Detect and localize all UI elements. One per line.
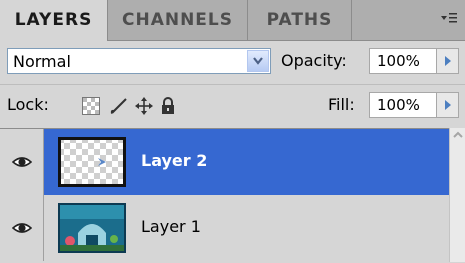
lock-label: Lock: bbox=[7, 95, 49, 114]
fill-input[interactable]: 100% bbox=[369, 92, 437, 118]
layer-name[interactable]: Layer 1 bbox=[141, 217, 201, 236]
lock-all-icon[interactable] bbox=[160, 97, 178, 115]
lock-transparent-pixels-icon[interactable] bbox=[82, 97, 100, 115]
fill-label: Fill: bbox=[328, 95, 355, 114]
tab-paths[interactable]: PATHS bbox=[248, 0, 352, 40]
layer-list: Layer 2 Layer 1 bbox=[0, 128, 449, 263]
visibility-toggle[interactable] bbox=[0, 129, 44, 195]
eye-icon bbox=[12, 223, 32, 233]
layers-panel: LAYERS CHANNELS PATHS Normal Opacity: 10… bbox=[0, 0, 465, 263]
blend-row: Normal Opacity: 100% bbox=[0, 41, 465, 83]
layer-row-layer-2[interactable]: Layer 2 bbox=[0, 129, 449, 195]
opacity-input[interactable]: 100% bbox=[369, 48, 437, 74]
blend-mode-value: Normal bbox=[13, 52, 71, 71]
layer-row-layer-1[interactable]: Layer 1 bbox=[0, 195, 449, 261]
blend-mode-select[interactable]: Normal bbox=[7, 48, 271, 74]
eye-icon bbox=[12, 157, 32, 167]
layer-thumbnail bbox=[58, 203, 126, 253]
fill-slider-arrow-icon[interactable] bbox=[437, 92, 459, 118]
lock-row: Lock: Fill: 100% bbox=[0, 84, 465, 127]
opacity-label: Opacity: bbox=[281, 51, 347, 70]
panel-menu-icon[interactable] bbox=[439, 10, 459, 30]
layer-thumbnail bbox=[58, 137, 126, 187]
tab-layers[interactable]: LAYERS bbox=[0, 0, 108, 41]
opacity-slider-arrow-icon[interactable] bbox=[437, 48, 459, 74]
tab-channels[interactable]: CHANNELS bbox=[108, 0, 248, 40]
tab-bar: LAYERS CHANNELS PATHS bbox=[0, 0, 465, 41]
layers-scrollbar[interactable] bbox=[449, 128, 465, 262]
chevron-down-icon[interactable] bbox=[247, 50, 269, 72]
lock-position-icon[interactable] bbox=[135, 97, 153, 115]
visibility-toggle[interactable] bbox=[0, 195, 44, 261]
scroll-up-icon[interactable] bbox=[451, 130, 464, 144]
lock-image-pixels-icon[interactable] bbox=[109, 97, 127, 115]
layer-name[interactable]: Layer 2 bbox=[141, 151, 207, 170]
